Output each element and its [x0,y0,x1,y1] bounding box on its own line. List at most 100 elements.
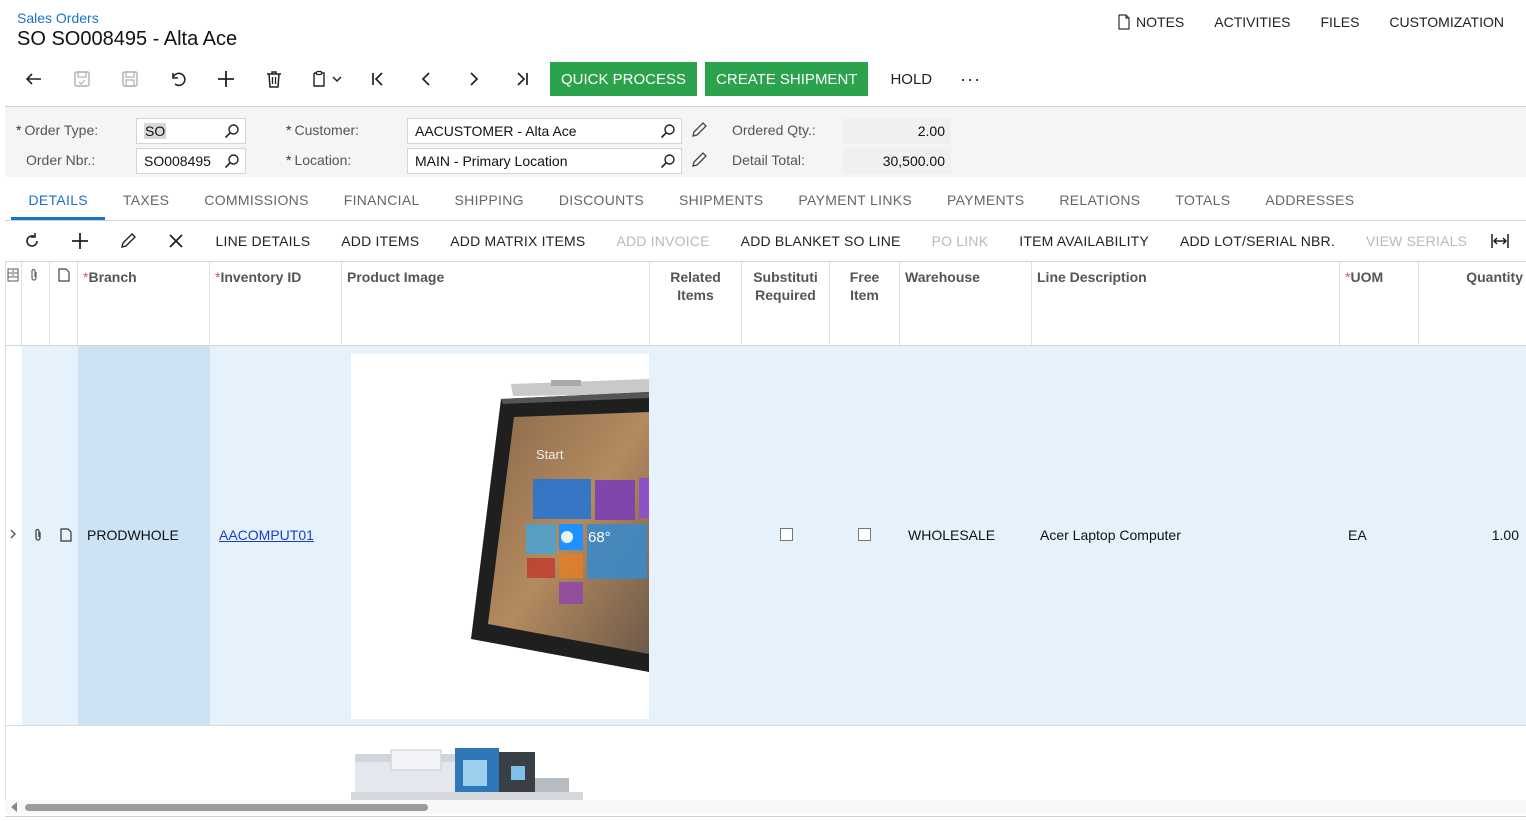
order-type-field[interactable]: SO [136,118,246,144]
save-button[interactable] [106,60,154,98]
product-image [351,738,583,800]
document-icon[interactable] [60,528,72,542]
po-link-button[interactable]: PO LINK [916,224,1004,258]
add-blanket-so-line-button[interactable]: ADD BLANKET SO LINE [725,224,916,258]
tab-shipments[interactable]: SHIPMENTS [662,184,781,220]
add-matrix-items-button[interactable]: ADD MATRIX ITEMS [435,224,601,258]
order-type-value: SO [144,123,167,139]
hold-button[interactable]: HOLD [876,62,946,96]
scroll-left-icon[interactable] [11,802,17,812]
copy-paste-button[interactable] [298,60,354,98]
search-icon[interactable] [660,153,676,169]
tab-details[interactable]: DETAILS [11,184,106,220]
add-items-button[interactable]: ADD ITEMS [326,224,435,258]
cell-warehouse[interactable]: WHOLESALE [908,527,995,543]
edit-row-button[interactable] [104,224,152,258]
top-links: NOTES ACTIVITIES FILES CUSTOMIZATION [1117,14,1504,30]
cell-uom[interactable]: EA [1348,527,1367,543]
column-header-substitution-required[interactable]: Substituti Required [742,262,830,346]
search-icon[interactable] [224,153,240,169]
back-arrow-icon [25,73,41,85]
tab-relations[interactable]: RELATIONS [1042,184,1158,220]
machine-image [351,748,583,800]
breadcrumb[interactable]: Sales Orders [17,10,99,26]
divider [5,220,1526,221]
tab-payments[interactable]: PAYMENTS [930,184,1042,220]
tab-taxes[interactable]: TAXES [105,184,186,220]
paperclip-icon[interactable] [32,528,44,542]
back-button[interactable] [10,60,58,98]
last-record-button[interactable] [498,60,546,98]
location-value: MAIN - Primary Location [415,153,568,169]
cancel-button[interactable] [154,60,202,98]
tablet-image: Start 68° [471,379,649,672]
column-header-line-description[interactable]: Line Description [1032,262,1340,346]
column-header-attachments[interactable] [22,262,50,346]
tab-payment-links[interactable]: PAYMENT LINKS [781,184,930,220]
tab-addresses[interactable]: ADDRESSES [1248,184,1372,220]
column-header-branch[interactable]: *Branch [78,262,210,346]
first-record-button[interactable] [354,60,402,98]
document-icon [1118,14,1130,30]
delete-row-button[interactable] [152,224,200,258]
pencil-icon[interactable] [690,121,708,139]
detail-total-value: 30,500.00 [843,148,951,174]
customization-link[interactable]: CUSTOMIZATION [1389,14,1504,30]
column-header-inventory-id[interactable]: *Inventory ID [210,262,342,346]
add-row-button[interactable] [56,224,104,258]
cell-line-description[interactable]: Acer Laptop Computer [1040,527,1181,543]
grid-toolbar: LINE DETAILS ADD ITEMS ADD MATRIX ITEMS … [8,224,1483,258]
search-icon[interactable] [224,123,240,139]
tab-financial[interactable]: FINANCIAL [326,184,437,220]
activities-link[interactable]: ACTIVITIES [1214,14,1290,30]
add-button[interactable] [202,60,250,98]
customer-field[interactable]: AACUSTOMER - Alta Ace [407,118,682,144]
save-close-button[interactable] [58,60,106,98]
line-details-button[interactable]: LINE DETAILS [200,224,326,258]
item-availability-button[interactable]: ITEM AVAILABILITY [1004,224,1165,258]
view-serials-button[interactable]: VIEW SERIALS [1350,224,1482,258]
more-actions-button[interactable]: ··· [946,62,995,96]
column-header-files[interactable] [5,262,22,346]
column-header-notes[interactable] [50,262,78,346]
delete-button[interactable] [250,60,298,98]
previous-record-button[interactable] [402,60,450,98]
add-invoice-button[interactable]: ADD INVOICE [601,224,725,258]
horizontal-scrollbar[interactable] [5,800,1526,814]
divider [5,725,1526,726]
pencil-icon[interactable] [690,151,708,169]
search-icon[interactable] [660,123,676,139]
inventory-id-link[interactable]: AACOMPUT01 [219,527,314,543]
add-lot-serial-button[interactable]: ADD LOT/SERIAL NBR. [1164,224,1350,258]
row-expand-icon[interactable] [9,529,17,539]
cell-branch[interactable]: PRODWHOLE [87,527,179,543]
substitution-required-checkbox[interactable] [780,528,793,541]
tab-discounts[interactable]: DISCOUNTS [541,184,661,220]
column-header-warehouse[interactable]: Warehouse [900,262,1032,346]
tab-totals[interactable]: TOTALS [1158,184,1248,220]
column-header-uom[interactable]: *UOM [1340,262,1419,346]
column-header-related-items[interactable]: Related Items [650,262,742,346]
column-header-free-item[interactable]: Free Item [830,262,900,346]
cell-inventory-id[interactable]: AACOMPUT01 [219,527,314,543]
location-field[interactable]: MAIN - Primary Location [407,148,682,174]
quick-process-button[interactable]: QUICK PROCESS [550,62,698,96]
tab-commissions[interactable]: COMMISSIONS [187,184,326,220]
files-link[interactable]: FILES [1321,14,1360,30]
column-header-quantity[interactable]: Quantity [1419,262,1526,346]
scrollbar-thumb[interactable] [25,804,428,811]
create-shipment-button[interactable]: CREATE SHIPMENT [705,62,869,96]
notes-link[interactable]: NOTES [1117,14,1184,30]
fit-columns-icon[interactable] [1490,232,1510,250]
document-icon [58,268,70,282]
cell-quantity[interactable]: 1.00 [1420,527,1519,543]
free-item-checkbox[interactable] [858,528,871,541]
order-nbr-field[interactable]: SO008495 [136,148,246,174]
next-record-button[interactable] [450,60,498,98]
order-type-label: * Order Type: [16,122,99,138]
tab-shipping[interactable]: SHIPPING [437,184,541,220]
save-icon [122,71,138,87]
save-close-icon [74,71,90,87]
refresh-button[interactable] [8,224,56,258]
column-header-product-image[interactable]: Product Image [342,262,650,346]
